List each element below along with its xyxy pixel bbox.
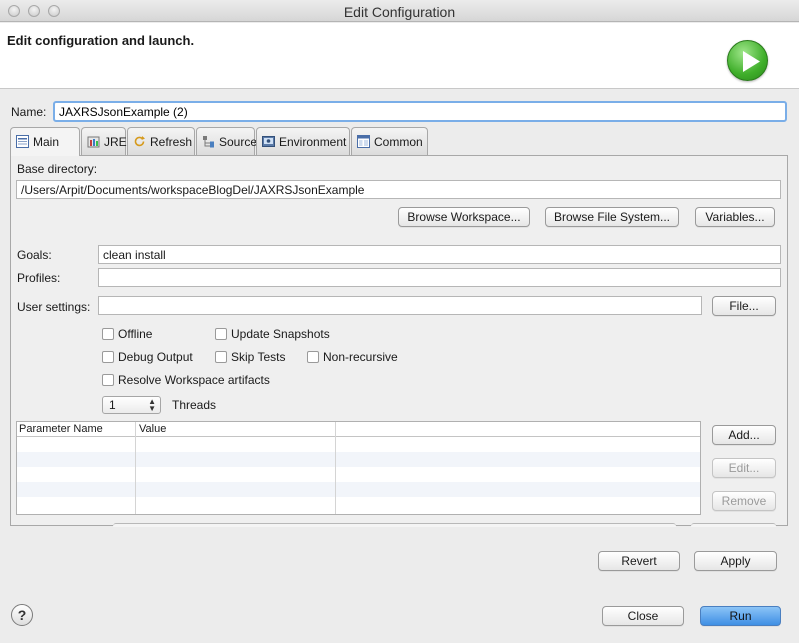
common-icon <box>357 135 370 148</box>
run-launch-icon <box>727 40 768 81</box>
column-divider[interactable] <box>135 422 136 514</box>
chevron-updown-icon: ▲ ▼ <box>148 397 156 413</box>
table-row[interactable] <box>17 467 700 482</box>
debug-output-label: Debug Output <box>118 350 193 364</box>
revert-button[interactable]: Revert <box>598 551 680 571</box>
apply-button[interactable]: Apply <box>694 551 777 571</box>
tab-source-label: Source <box>219 135 258 149</box>
threads-label: Threads <box>172 398 217 412</box>
tab-source[interactable]: Source <box>196 127 258 155</box>
scroll-edge <box>691 523 776 527</box>
file-button[interactable]: File... <box>712 296 776 316</box>
browse-file-system-button[interactable]: Browse File System... <box>545 207 679 227</box>
add-parameter-button[interactable]: Add... <box>712 425 776 445</box>
main-tab-icon <box>16 135 29 148</box>
tab-common-label: Common <box>374 135 423 149</box>
tab-environment[interactable]: Environment <box>256 127 350 155</box>
help-icon[interactable]: ? <box>11 604 33 626</box>
base-directory-field[interactable]: /Users/Arpit/Documents/workspaceBlogDel/… <box>16 180 781 199</box>
browse-workspace-button[interactable]: Browse Workspace... <box>398 207 530 227</box>
tab-main-label: Main <box>33 135 60 149</box>
window-title: Edit Configuration <box>343 4 456 20</box>
tab-jre-label: JRE <box>104 135 127 149</box>
offline-label: Offline <box>118 327 153 341</box>
variables-button[interactable]: Variables... <box>695 207 775 227</box>
goals-label: Goals: <box>17 248 52 262</box>
table-row[interactable] <box>17 437 700 452</box>
skip-tests-label: Skip Tests <box>231 350 286 364</box>
close-button[interactable]: Close <box>602 606 684 626</box>
debug-output-checkbox[interactable] <box>102 351 114 363</box>
remove-parameter-button[interactable]: Remove <box>712 491 776 511</box>
profiles-label: Profiles: <box>17 271 61 285</box>
threads-value: 1 <box>109 398 116 412</box>
tab-common[interactable]: Common <box>351 127 428 155</box>
parameters-table[interactable]: Parameter Name Value <box>16 421 701 515</box>
base-directory-label: Base directory: <box>17 162 98 176</box>
edit-parameter-button[interactable]: Edit... <box>712 458 776 478</box>
column-divider[interactable] <box>335 422 336 514</box>
name-label: Name: <box>11 105 47 119</box>
edit-configuration-window: Edit Configuration Edit configuration an… <box>0 0 799 643</box>
profiles-input[interactable] <box>98 268 781 287</box>
refresh-icon <box>134 136 145 147</box>
update-snapshots-checkbox[interactable] <box>215 328 227 340</box>
title-bar: Edit Configuration <box>0 0 799 22</box>
user-settings-label: User settings: <box>17 300 91 314</box>
environment-icon <box>262 136 275 147</box>
threads-select[interactable]: 1 ▲ ▼ <box>102 396 161 414</box>
resolve-workspace-checkbox[interactable] <box>102 374 114 386</box>
update-snapshots-label: Update Snapshots <box>231 327 330 341</box>
column-header-parameter-name[interactable]: Parameter Name <box>19 423 103 435</box>
tab-refresh-label: Refresh <box>150 135 193 149</box>
goals-input[interactable]: clean install <box>98 245 781 264</box>
non-recursive-label: Non-recursive <box>323 350 398 364</box>
tab-main[interactable]: Main <box>10 127 80 156</box>
non-recursive-checkbox[interactable] <box>307 351 319 363</box>
jre-icon <box>87 136 100 148</box>
tab-environment-label: Environment <box>279 135 347 149</box>
user-settings-input[interactable] <box>98 296 702 315</box>
resolve-workspace-label: Resolve Workspace artifacts <box>118 373 270 387</box>
skip-tests-checkbox[interactable] <box>215 351 227 363</box>
name-input[interactable] <box>53 101 787 122</box>
tab-refresh[interactable]: Refresh <box>127 127 195 155</box>
table-row[interactable] <box>17 452 700 467</box>
column-header-value[interactable]: Value <box>139 423 166 435</box>
offline-checkbox[interactable] <box>102 328 114 340</box>
tab-jre[interactable]: JRE <box>81 127 127 155</box>
table-row[interactable] <box>17 497 700 512</box>
dialog-header: Edit configuration and launch. <box>0 23 799 89</box>
table-row[interactable] <box>17 482 700 497</box>
header-title: Edit configuration and launch. <box>7 33 195 48</box>
source-icon <box>203 136 214 148</box>
table-header: Parameter Name Value <box>17 422 700 437</box>
scroll-edge <box>113 523 676 527</box>
run-button[interactable]: Run <box>700 606 781 626</box>
